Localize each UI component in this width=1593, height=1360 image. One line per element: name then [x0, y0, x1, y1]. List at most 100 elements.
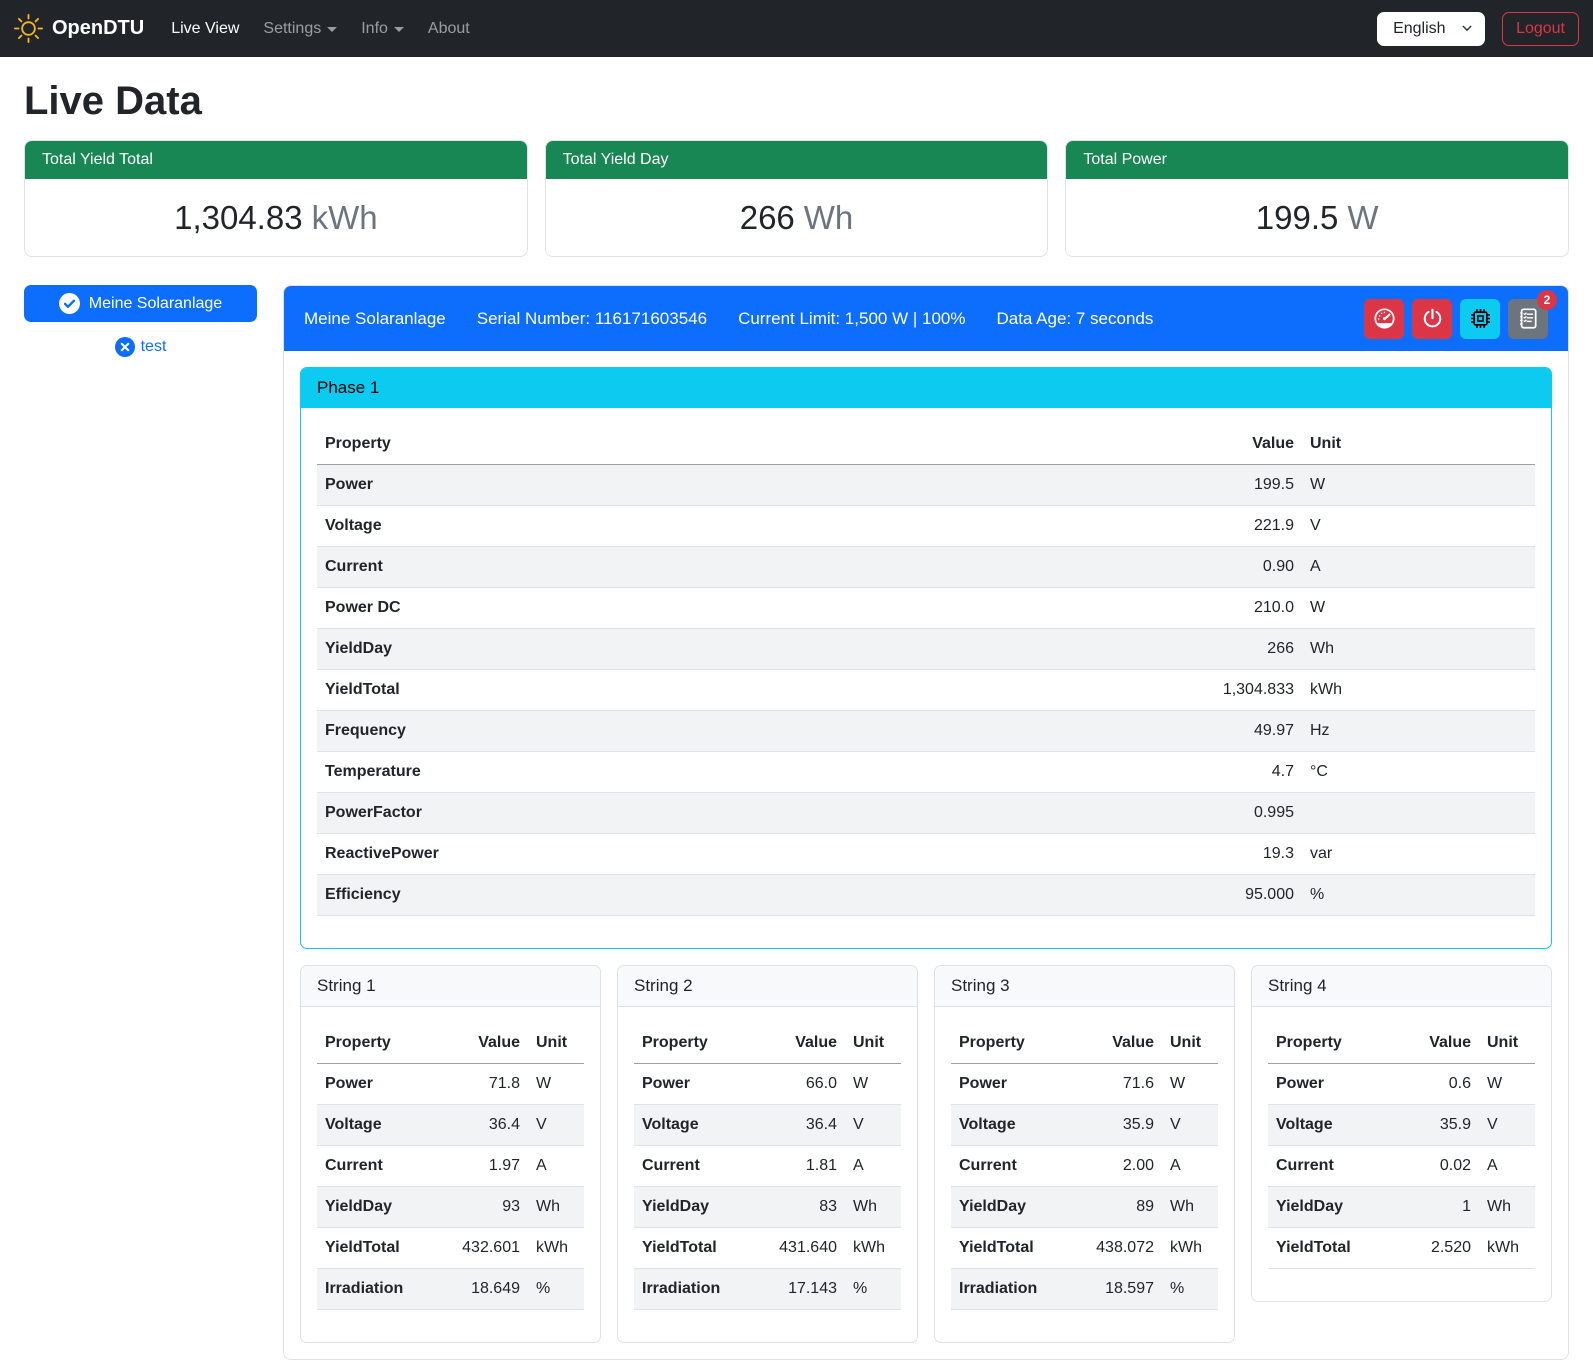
total-yield-day-card: Total Yield Day 266Wh [545, 140, 1049, 257]
unit-cell: W [1479, 1064, 1535, 1105]
unit-cell: V [1302, 506, 1535, 547]
value-cell: 0.995 [1162, 793, 1302, 834]
value-cell: 266 [1162, 629, 1302, 670]
unit-column-header: Unit [528, 1023, 584, 1064]
value-column-header: Value [757, 1023, 845, 1064]
table-header-row: Property Value Unit [317, 1023, 584, 1064]
table-row: Irradiation17.143% [634, 1269, 901, 1310]
table-row: YieldDay1Wh [1268, 1187, 1535, 1228]
table-header-row: Property Value Unit [951, 1023, 1218, 1064]
unit-cell: Wh [1162, 1187, 1218, 1228]
property-cell: Irradiation [951, 1269, 1074, 1310]
speedometer-icon [1373, 307, 1396, 330]
nav-item-about[interactable]: About [420, 12, 478, 46]
navbar-right: English Logout [1377, 12, 1579, 46]
unit-cell: % [1302, 875, 1535, 916]
limit-settings-button[interactable] [1364, 299, 1404, 339]
property-cell: YieldDay [1268, 1187, 1391, 1228]
unit-cell: kWh [1479, 1228, 1535, 1269]
inverter-tab-label: Meine Solaranlage [89, 295, 222, 313]
table-row: ReactivePower19.3var [317, 834, 1535, 875]
inverter-tab-label: test [141, 338, 167, 356]
card-value: 199.5 [1256, 199, 1339, 236]
check-circle-icon [59, 293, 80, 314]
value-cell: 19.3 [1162, 834, 1302, 875]
value-cell: 0.02 [1391, 1146, 1479, 1187]
property-cell: Efficiency [317, 875, 1162, 916]
property-cell: YieldDay [951, 1187, 1074, 1228]
string-panel-title: String 1 [301, 966, 600, 1007]
inverter-name: Meine Solaranlage [304, 309, 446, 329]
value-cell: 89 [1074, 1187, 1162, 1228]
property-cell: YieldTotal [317, 1228, 440, 1269]
value-cell: 49.97 [1162, 711, 1302, 752]
property-column-header: Property [951, 1023, 1074, 1064]
power-settings-button[interactable] [1412, 299, 1452, 339]
property-cell: Power [317, 465, 1162, 506]
phase-panel-title: Phase 1 [301, 368, 1551, 408]
unit-cell: W [1162, 1064, 1218, 1105]
card-title: Total Power [1066, 141, 1568, 179]
table-row: Voltage35.9V [1268, 1105, 1535, 1146]
value-cell: 35.9 [1074, 1105, 1162, 1146]
card-value: 1,304.83 [174, 199, 302, 236]
page-title: Live Data [24, 77, 1569, 125]
value-cell: 18.649 [440, 1269, 528, 1310]
property-cell: Power DC [317, 588, 1162, 629]
string-panel-title: String 3 [935, 966, 1234, 1007]
value-cell: 93 [440, 1187, 528, 1228]
unit-cell: W [528, 1064, 584, 1105]
unit-cell: Wh [528, 1187, 584, 1228]
unit-cell: kWh [528, 1228, 584, 1269]
card-value: 266 [740, 199, 795, 236]
unit-cell: V [528, 1105, 584, 1146]
event-count-badge: 2 [1537, 290, 1557, 310]
inverter-tab-inactive[interactable]: test [24, 337, 257, 357]
unit-cell: kWh [1162, 1228, 1218, 1269]
table-row: YieldTotal432.601kWh [317, 1228, 584, 1269]
unit-cell: kWh [1302, 670, 1535, 711]
table-row: Current2.00A [951, 1146, 1218, 1187]
table-row: YieldDay83Wh [634, 1187, 901, 1228]
app-brand[interactable]: OpenDTU [14, 14, 144, 43]
event-log-button[interactable]: 2 [1508, 299, 1548, 339]
table-header-row: Property Value Unit [1268, 1023, 1535, 1064]
value-cell: 438.072 [1074, 1228, 1162, 1269]
value-cell: 83 [757, 1187, 845, 1228]
table-row: YieldDay89Wh [951, 1187, 1218, 1228]
value-cell: 0.90 [1162, 547, 1302, 588]
unit-cell: Hz [1302, 711, 1535, 752]
inverter-data-age: Data Age: 7 seconds [996, 309, 1153, 329]
unit-cell: var [1302, 834, 1535, 875]
nav-item-info[interactable]: Info [353, 12, 412, 46]
device-info-button[interactable] [1460, 299, 1500, 339]
x-circle-icon [115, 337, 135, 357]
property-cell: YieldDay [317, 629, 1162, 670]
value-cell: 4.7 [1162, 752, 1302, 793]
table-row: Current0.02A [1268, 1146, 1535, 1187]
string-4-table: Property Value Unit Power0.6WVoltage35.9… [1268, 1023, 1535, 1269]
language-select[interactable]: English [1377, 12, 1485, 46]
value-cell: 2.520 [1391, 1228, 1479, 1269]
string-panel-title: String 2 [618, 966, 917, 1007]
property-cell: Voltage [317, 506, 1162, 547]
nav-item-live-view[interactable]: Live View [163, 12, 247, 46]
logout-button[interactable]: Logout [1502, 12, 1579, 46]
unit-cell: % [845, 1269, 901, 1310]
nav-item-settings[interactable]: Settings [255, 12, 345, 46]
table-row: Voltage35.9V [951, 1105, 1218, 1146]
value-cell: 95.000 [1162, 875, 1302, 916]
phase-table: Property Value Unit Power199.5WVoltage22… [317, 424, 1535, 916]
value-column-header: Value [1162, 424, 1302, 465]
table-row: YieldDay266Wh [317, 629, 1535, 670]
table-row: Voltage36.4V [634, 1105, 901, 1146]
unit-cell: A [1162, 1146, 1218, 1187]
unit-cell: V [845, 1105, 901, 1146]
journal-text-icon [1517, 307, 1540, 330]
unit-cell: kWh [845, 1228, 901, 1269]
value-column-header: Value [1391, 1023, 1479, 1064]
caret-down-icon [394, 27, 404, 32]
table-header-row: Property Value Unit [317, 424, 1535, 465]
string-1-panel: String 1 Property Value Unit [300, 965, 601, 1343]
inverter-tab-active[interactable]: Meine Solaranlage [24, 285, 257, 322]
